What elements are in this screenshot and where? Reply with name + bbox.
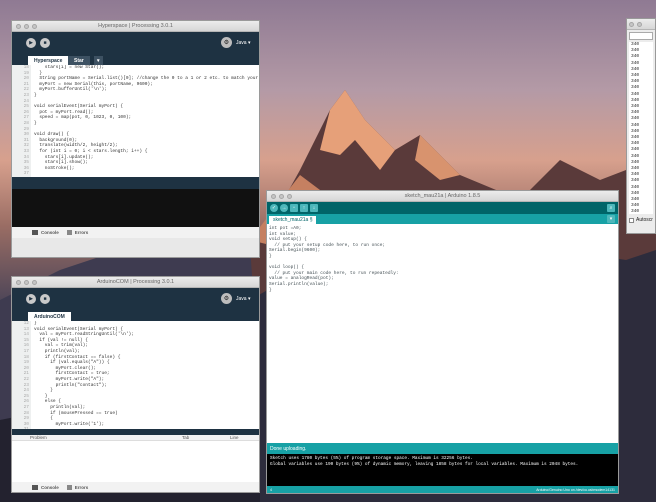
column-tab: Tab <box>182 435 190 440</box>
window-controls[interactable] <box>271 194 292 199</box>
tab-bar: ArduinoCOM <box>12 310 259 321</box>
send-input[interactable] <box>629 32 653 40</box>
line-gutter: 1213141516171819202122232425262728293031… <box>12 321 31 433</box>
errors-tab-label: Errors <box>74 230 89 235</box>
console-tab[interactable]: Console <box>32 230 59 235</box>
code-editor[interactable]: int pot =A0; int value; void setup() { // … <box>267 224 618 433</box>
code-text[interactable]: } void serialEvent(Serial myPort) { val =… <box>34 321 259 433</box>
close-icon[interactable] <box>16 24 21 29</box>
console-icon <box>32 230 38 235</box>
verify-icon[interactable]: ✓ <box>270 204 278 212</box>
debugger-button[interactable]: ⚙ <box>221 293 232 304</box>
arduino-ide-window: sketch_mau21a | Arduino 1.8.5 ✓ → ▫ ↑ ↓ … <box>266 190 619 494</box>
status-message: Done uploading. <box>267 443 618 454</box>
title-bar[interactable]: sketch_mau21a | Arduino 1.8.5 <box>267 191 618 202</box>
console-tab[interactable]: Console <box>32 485 59 490</box>
window-title: sketch_mau21a | Arduino 1.8.5 <box>404 193 481 199</box>
arduinocom-window: ArduinoCOM | Processing 3.0.1 ▶ ■ ⚙ Java… <box>11 276 260 493</box>
window-title: ArduinoCOM | Processing 3.0.1 <box>96 279 175 285</box>
mode-selector[interactable]: Java ▾ <box>236 296 250 302</box>
mode-selector[interactable]: Java ▾ <box>236 40 250 46</box>
stop-button[interactable]: ■ <box>40 294 50 304</box>
console-tabs: Console Errors <box>12 227 259 238</box>
errors-tab[interactable]: Errors <box>66 230 89 235</box>
close-icon[interactable] <box>16 280 21 285</box>
footer-bar: 4 Arduino/Genuino Uno on /dev/cu.usbmode… <box>267 486 618 493</box>
serial-monitor-icon[interactable]: ⌕ <box>607 204 615 212</box>
serial-output: 340 340 340 340 340 340 340 340 340 340 340 340 340 3… <box>629 42 653 214</box>
errors-table[interactable] <box>12 441 259 482</box>
warning-icon <box>66 485 72 490</box>
output-console: Sketch uses 1780 bytes (5%) of program s… <box>267 454 618 488</box>
close-icon[interactable] <box>629 22 634 27</box>
toolbar: ✓ → ▫ ↑ ↓ ⌕ <box>267 202 618 214</box>
code-editor[interactable]: 1213141516171819202122232425262728293031… <box>12 321 259 433</box>
errors-tab-label: Errors <box>74 485 89 490</box>
tab-bar: sketch_mau21a § ▾ <box>267 214 618 224</box>
title-bar[interactable]: ArduinoCOM | Processing 3.0.1 <box>12 277 259 288</box>
tab-sketch[interactable]: sketch_mau21a § <box>269 216 317 224</box>
tab-star[interactable]: Star <box>68 56 90 65</box>
window-controls[interactable] <box>16 24 37 29</box>
line-gutter: 18 19 20 21 22 23 24 25 26 27 28 29 30 31 32 33 34 35 36 37 <box>12 65 31 177</box>
tab-bar: Hyperspace Star ▾ <box>12 54 259 65</box>
console-area <box>12 189 259 227</box>
column-line: Line <box>230 435 239 440</box>
zoom-icon[interactable] <box>32 24 37 29</box>
console-tab-label: Console <box>41 230 59 235</box>
toolbar: ▶ ■ ⚙ Java ▾ <box>12 32 259 54</box>
window-footer <box>12 238 259 257</box>
close-icon[interactable] <box>271 194 276 199</box>
save-icon[interactable]: ↓ <box>310 204 318 212</box>
console-icon <box>32 485 38 490</box>
footer-line-number: 4 <box>270 487 272 492</box>
console-line: Global variables use 190 bytes (9%) of d… <box>270 461 579 467</box>
hyperspace-window: Hyperspace | Processing 3.0.1 ▶ ■ ⚙ Java… <box>11 20 260 258</box>
minimize-icon[interactable] <box>24 280 29 285</box>
console-tab-label: Console <box>41 485 59 490</box>
column-problem: Problem <box>30 435 47 440</box>
new-icon[interactable]: ▫ <box>290 204 298 212</box>
footer-board: Arduino/Genuino Uno on /dev/cu.usbmodem1… <box>536 487 615 492</box>
zoom-icon[interactable] <box>32 280 37 285</box>
window-controls[interactable] <box>629 22 642 27</box>
checkbox-icon[interactable] <box>629 217 634 223</box>
code-text[interactable]: stars[i] = new Star(); } String portName… <box>34 65 260 177</box>
tab-arduinocom[interactable]: ArduinoCOM <box>28 312 71 321</box>
autoscroll-checkbox[interactable]: Autoscr <box>627 214 655 226</box>
run-button[interactable]: ▶ <box>26 294 36 304</box>
minimize-icon[interactable] <box>279 194 284 199</box>
debugger-button[interactable]: ⚙ <box>221 37 232 48</box>
window-title: Hyperspace | Processing 3.0.1 <box>98 23 173 29</box>
code-line: String portName = Serial.list()[0]; //ch… <box>34 76 260 82</box>
autoscroll-label: Autoscr <box>636 217 653 223</box>
tab-menu-button[interactable]: ▾ <box>94 56 103 65</box>
open-icon[interactable]: ↑ <box>300 204 308 212</box>
minimize-icon[interactable] <box>637 22 642 27</box>
minimize-icon[interactable] <box>24 24 29 29</box>
status-bar <box>12 177 259 189</box>
zoom-icon[interactable] <box>287 194 292 199</box>
title-bar[interactable] <box>627 19 655 30</box>
upload-icon[interactable]: → <box>280 204 288 212</box>
warning-icon <box>66 230 72 235</box>
code-line: } <box>269 287 272 293</box>
stop-button[interactable]: ■ <box>40 38 50 48</box>
window-controls[interactable] <box>16 280 37 285</box>
title-bar[interactable]: Hyperspace | Processing 3.0.1 <box>12 21 259 32</box>
serial-monitor-window: 340 340 340 340 340 340 340 340 340 340 340 340 340 3… <box>626 18 656 234</box>
toolbar: ▶ ■ ⚙ Java ▾ <box>12 288 259 310</box>
errors-tab[interactable]: Errors <box>66 485 89 490</box>
run-button[interactable]: ▶ <box>26 38 36 48</box>
tab-hyperspace[interactable]: Hyperspace <box>28 56 69 65</box>
console-tabs: Console Errors <box>12 482 259 492</box>
code-editor[interactable]: 18 19 20 21 22 23 24 25 26 27 28 29 30 31 32 33 34 35 36 37… <box>12 65 260 177</box>
tab-menu-icon[interactable]: ▾ <box>607 215 615 223</box>
